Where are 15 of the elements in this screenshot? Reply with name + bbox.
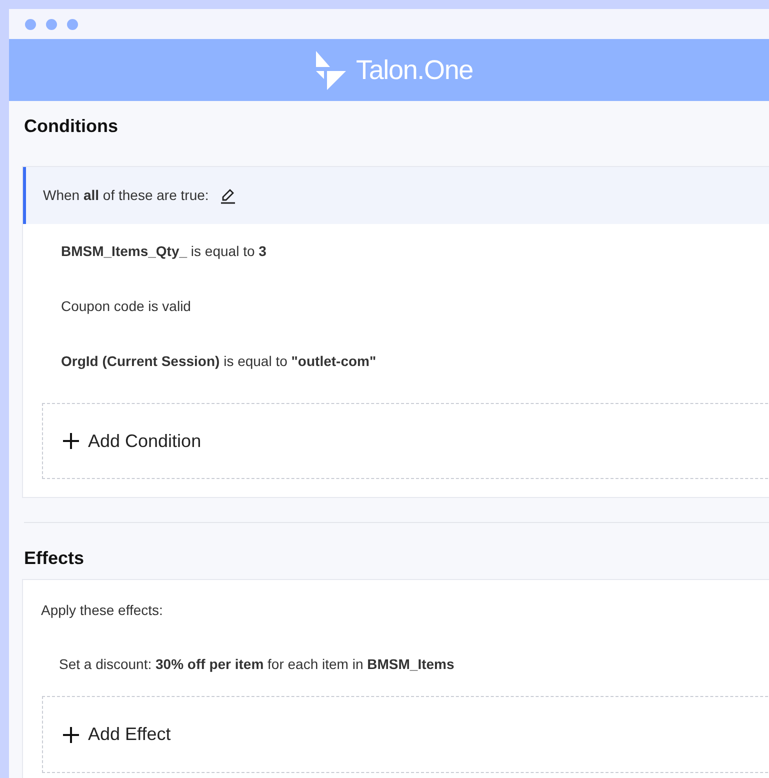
- condition-text: BMSM_Items_Qty_ is equal to 3: [61, 242, 268, 261]
- plus-icon: [62, 432, 80, 450]
- add-button[interactable]: Add Condition: [42, 403, 769, 479]
- condition-text: Coupon code is valid: [61, 297, 192, 316]
- condition-text: OrgId (Current Session) is equal to "outlet-com": [61, 352, 378, 371]
- logo-icon: [315, 50, 347, 90]
- effect-heading: Apply these effects:: [40, 601, 164, 620]
- add-button[interactable]: Add Effect: [42, 696, 769, 773]
- brand-name: Talon.One: [356, 54, 474, 87]
- condition-heading: When all of these are true:: [43, 186, 209, 205]
- plus-icon: [62, 726, 80, 744]
- section-title: Conditions: [24, 115, 119, 138]
- pencil-icon[interactable]: [218, 186, 237, 204]
- section-title: Effects: [24, 547, 86, 570]
- effect-text: Set a discount: 30% off per item for each item in BMSM_Items: [58, 655, 456, 674]
